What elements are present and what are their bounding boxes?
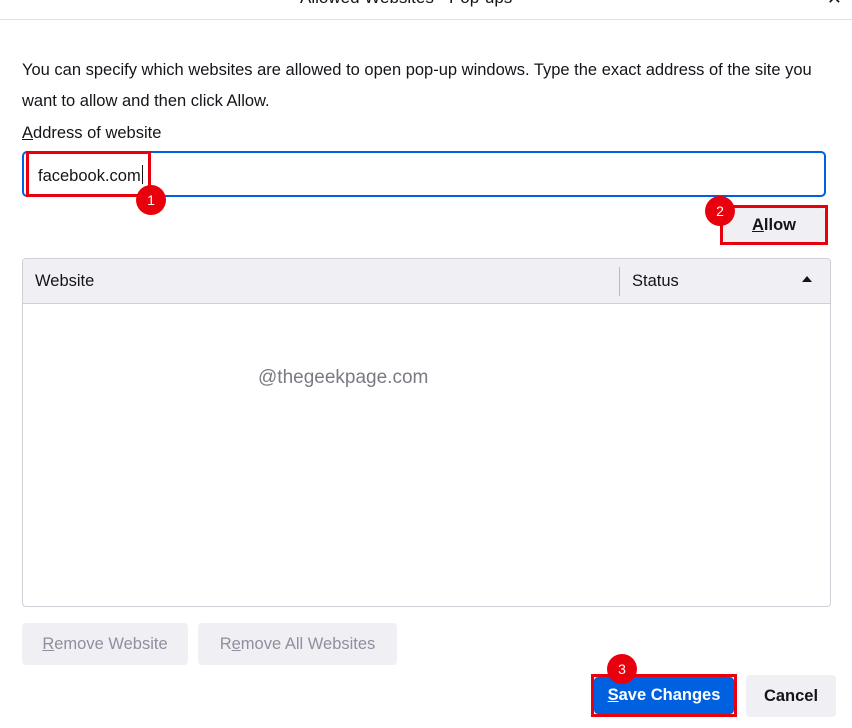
column-header-status[interactable]: Status <box>632 272 679 291</box>
table-header: Website Status <box>23 259 830 304</box>
remove-website-label: emove Website <box>54 635 168 653</box>
text-caret <box>141 165 143 184</box>
column-header-website[interactable]: Website <box>35 272 94 291</box>
save-label: ave Changes <box>618 686 721 704</box>
address-value-text: facebook.com <box>38 167 141 185</box>
remove-all-websites-button[interactable]: Remove All Websites <box>198 623 397 665</box>
address-label-access-key: A <box>22 124 34 142</box>
dialog-title: Allowed Websites - Pop-ups <box>300 0 512 8</box>
remove-website-access-key: R <box>42 635 55 653</box>
cancel-button[interactable]: Cancel <box>746 675 836 717</box>
remove-website-button[interactable]: Remove Website <box>22 623 188 665</box>
allowed-websites-table[interactable]: Website Status @thegeekpage.com <box>22 258 831 607</box>
remove-all-access-key: e <box>231 635 241 653</box>
allow-access-key: A <box>751 216 764 234</box>
dialog-description: You can specify which websites are allow… <box>22 61 812 110</box>
column-separator[interactable] <box>619 267 620 296</box>
remove-all-label: move All Websites <box>240 635 376 653</box>
step-badge-3: 3 <box>607 654 637 684</box>
watermark: @thegeekpage.com <box>258 367 429 388</box>
step-badge-2: 2 <box>705 196 735 226</box>
dialog-titlebar: Allowed Websites - Pop-ups ✕ <box>0 0 852 20</box>
address-label-text: ddress of website <box>33 124 162 142</box>
step-badge-1: 1 <box>136 185 166 215</box>
remove-all-prefix: R <box>219 635 232 653</box>
allow-label: llow <box>763 216 796 234</box>
close-icon[interactable]: ✕ <box>827 0 842 8</box>
allow-button[interactable]: Allow <box>723 208 825 242</box>
sort-ascending-icon[interactable] <box>802 276 812 282</box>
website-address-value: facebook.com <box>38 165 143 186</box>
save-access-key: S <box>607 686 619 704</box>
address-label: Address of website <box>22 124 161 143</box>
